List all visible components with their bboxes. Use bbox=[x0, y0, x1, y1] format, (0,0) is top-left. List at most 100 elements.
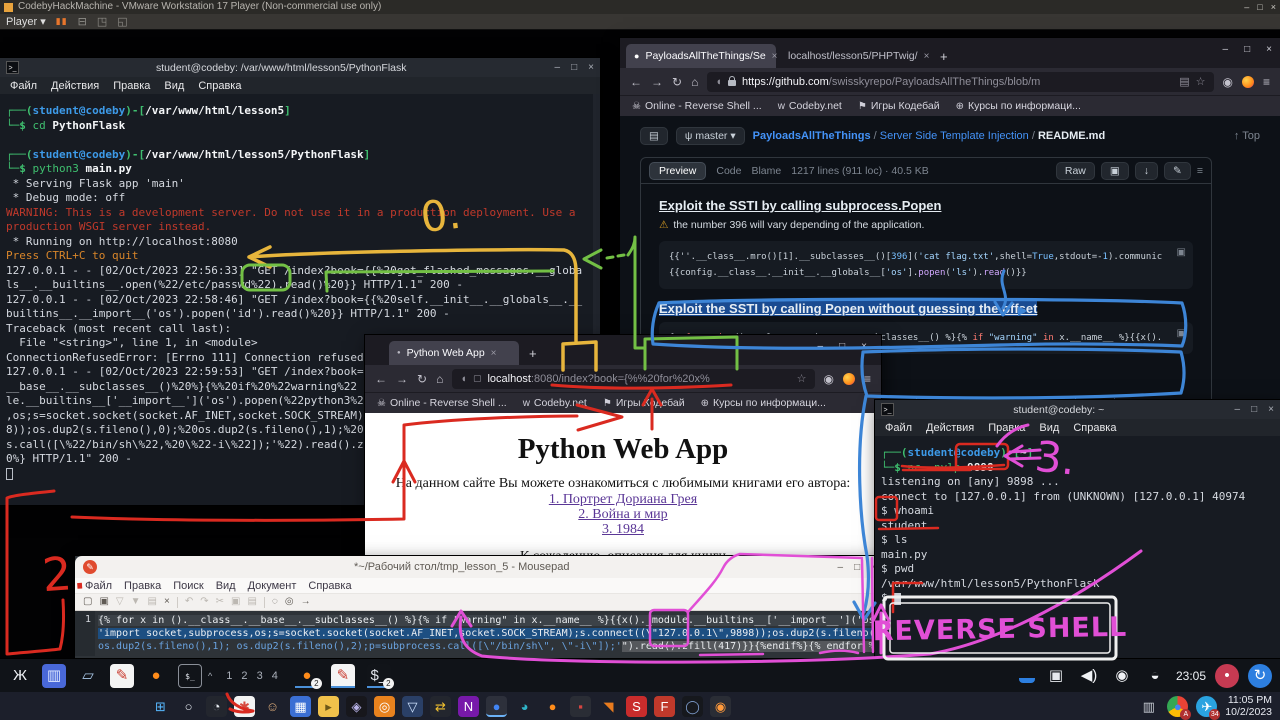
show-desktop-icon[interactable]: ▥ bbox=[1138, 696, 1159, 717]
menu-item[interactable]: Файл bbox=[885, 422, 912, 434]
bookmark-codeby[interactable]: wCodeby.net bbox=[778, 100, 842, 112]
maximize-button[interactable]: □ bbox=[1251, 404, 1257, 415]
menu-item[interactable]: Правка bbox=[113, 80, 150, 92]
menu-item[interactable]: Правка bbox=[124, 580, 161, 592]
maximize-button[interactable]: □ bbox=[571, 62, 577, 73]
tab-python-web-app[interactable]: ● Python Web App × bbox=[389, 341, 519, 365]
bookmark-games[interactable]: ⚑Игры Кодебай bbox=[603, 397, 685, 409]
terminal1-titlebar[interactable]: >_ student@codeby: /var/www/html/lesson5… bbox=[0, 58, 600, 77]
window-list-arrow[interactable]: ^ bbox=[208, 671, 212, 681]
vmware-pause-button[interactable]: ▮▮ bbox=[56, 16, 68, 27]
mousepad-launcher-icon[interactable]: ✎ bbox=[110, 664, 134, 688]
minimize-button[interactable]: – bbox=[818, 341, 824, 352]
reload-icon[interactable]: ↻ bbox=[672, 75, 682, 89]
code-block-1[interactable]: ▣ {{''.__class__.mro()[1].__subclasses__… bbox=[659, 241, 1193, 289]
new-tab-button[interactable]: + bbox=[529, 346, 537, 361]
blender-icon[interactable]: ◉ bbox=[710, 696, 731, 717]
menu-item[interactable]: Файл bbox=[10, 80, 37, 92]
breadcrumb-repo[interactable]: PayloadsAllTheThings bbox=[753, 130, 871, 142]
heading-subprocess-popen[interactable]: Exploit the SSTI by calling subprocess.P… bbox=[659, 198, 1193, 213]
firefox-icon[interactable]: ● bbox=[542, 696, 563, 717]
menu-item[interactable]: Действия bbox=[926, 422, 974, 434]
search-icon[interactable]: ○ bbox=[178, 696, 199, 717]
book-link-1[interactable]: 1. Портрет Дориана Грея bbox=[365, 492, 881, 507]
copy-code-icon[interactable]: ▣ bbox=[1177, 247, 1186, 258]
firefox-account-icon[interactable] bbox=[1242, 76, 1254, 88]
workspace-switcher[interactable]: 1 2 3 4 bbox=[226, 670, 281, 682]
back-icon[interactable]: ← bbox=[630, 75, 642, 89]
close-button[interactable]: × bbox=[1268, 404, 1274, 415]
speedtest-icon[interactable]: ◔ bbox=[206, 696, 227, 717]
dark-circle-app-icon[interactable]: ◯ bbox=[682, 696, 703, 717]
home-icon[interactable]: ⌂ bbox=[691, 75, 698, 89]
arrows-app-icon[interactable]: ⇄ bbox=[430, 696, 451, 717]
heading-popen-no-offset[interactable]: Exploit the SSTI by calling Popen withou… bbox=[659, 301, 1193, 316]
vmware-maximize-button[interactable]: □ bbox=[1257, 0, 1262, 14]
menu-item[interactable]: Вид bbox=[164, 80, 184, 92]
start-button[interactable]: ⊞ bbox=[150, 696, 171, 717]
mousepad-running-icon[interactable]: ✎ bbox=[331, 664, 355, 688]
volume-icon[interactable]: ◀) bbox=[1077, 664, 1101, 688]
chrome-tray-icon[interactable]: ●A bbox=[1167, 696, 1188, 717]
tab-localhost-phptwig[interactable]: localhost/lesson5/PHPTwig/ × bbox=[780, 44, 930, 68]
maximize-button[interactable]: □ bbox=[1244, 44, 1250, 55]
back-to-top-link[interactable]: ↑ Top bbox=[1234, 130, 1260, 142]
vmware-close-button[interactable]: × bbox=[1271, 0, 1276, 14]
vmware-minimize-button[interactable]: – bbox=[1244, 0, 1249, 14]
s-app-icon[interactable]: S bbox=[626, 696, 647, 717]
menu-item[interactable]: Справка bbox=[308, 580, 351, 592]
tab-payloadsallthethings[interactable]: ● PayloadsAllTheThings/Se × bbox=[626, 44, 776, 68]
breadcrumb-dir[interactable]: Server Side Template Injection bbox=[880, 130, 1029, 142]
book-link-2[interactable]: 2. Война и мир bbox=[365, 507, 881, 522]
chrome-icon[interactable]: ● bbox=[486, 696, 507, 717]
menu-item[interactable]: Действия bbox=[51, 80, 99, 92]
power-manager-icon[interactable]: ◒ bbox=[1143, 664, 1167, 688]
minimize-button[interactable]: – bbox=[555, 62, 561, 73]
pocket-icon[interactable]: ◉ bbox=[1223, 75, 1233, 89]
reload-icon[interactable]: ↻ bbox=[417, 372, 427, 386]
bookmark-reverse-shell[interactable]: ☠Online - Reverse Shell ... bbox=[377, 397, 507, 409]
book-link-3[interactable]: 3. 1984 bbox=[365, 522, 881, 537]
bookmark-reverse-shell[interactable]: ☠Online - Reverse Shell ... bbox=[632, 100, 762, 112]
kali-menu-icon[interactable]: Ж bbox=[8, 664, 32, 688]
reader-view-icon[interactable]: ▤ bbox=[1179, 75, 1189, 88]
tracking-shield-icon[interactable]: ◖ bbox=[715, 76, 722, 88]
bookmark-courses[interactable]: ⊕Курсы по информаци... bbox=[956, 100, 1081, 112]
branch-selector[interactable]: ψ master ▾ bbox=[676, 127, 745, 145]
carrot-app-icon[interactable]: ◥ bbox=[598, 696, 619, 717]
tab-close-icon[interactable]: × bbox=[924, 51, 930, 62]
firefox-account-icon[interactable] bbox=[843, 373, 855, 385]
bookmark-games[interactable]: ⚑Игры Кодебай bbox=[858, 100, 940, 112]
tab-blame[interactable]: Blame bbox=[751, 165, 781, 177]
app-menu-icon[interactable]: ≡ bbox=[1263, 75, 1270, 89]
network-monitor-icon[interactable] bbox=[1019, 669, 1035, 683]
bookmark-codeby[interactable]: wCodeby.net bbox=[523, 397, 587, 409]
app-menu-icon[interactable]: ≡ bbox=[864, 372, 871, 386]
app-grid-icon[interactable]: ✱ bbox=[234, 696, 255, 717]
menu-item[interactable]: Справка bbox=[198, 80, 241, 92]
screen-lock-icon[interactable]: • bbox=[1215, 664, 1239, 688]
close-button[interactable]: × bbox=[861, 341, 867, 352]
obsidian-icon[interactable]: ◈ bbox=[346, 696, 367, 717]
pocket-icon[interactable]: ◉ bbox=[824, 372, 834, 386]
url-bar[interactable]: ◖ https://github.com/swisskyrepo/Payload… bbox=[707, 72, 1213, 92]
close-button[interactable]: × bbox=[1266, 44, 1272, 55]
bookmark-star-icon[interactable]: ☆ bbox=[1196, 75, 1206, 88]
linux-clock[interactable]: 23:05 bbox=[1176, 669, 1206, 683]
back-icon[interactable]: ← bbox=[375, 372, 387, 386]
tracking-shield-icon[interactable]: ◖ bbox=[460, 373, 467, 385]
minimize-button[interactable]: – bbox=[838, 562, 844, 573]
tab-close-icon[interactable]: × bbox=[491, 348, 497, 359]
download-icon[interactable]: ↓ bbox=[1135, 162, 1158, 180]
menu-item[interactable]: Правка bbox=[988, 422, 1025, 434]
mousepad-editor[interactable]: 1 {% for x in ().__class__.__base__.__su… bbox=[75, 611, 885, 656]
terminal-launcher-icon[interactable]: $_ bbox=[178, 664, 202, 688]
forward-icon[interactable]: → bbox=[396, 372, 408, 386]
red-dot-app-icon[interactable]: ▪ bbox=[570, 696, 591, 717]
tab-close-icon[interactable]: × bbox=[772, 51, 778, 62]
windows-clock[interactable]: 11:05 PM10/2/2023 bbox=[1225, 694, 1272, 718]
new-tab-button[interactable]: + bbox=[940, 49, 948, 64]
vmware-player-menu[interactable]: Player ▾ bbox=[6, 15, 46, 28]
edit-pencil-icon[interactable]: ✎ bbox=[1164, 162, 1191, 180]
menu-item[interactable]: Вид bbox=[1039, 422, 1059, 434]
